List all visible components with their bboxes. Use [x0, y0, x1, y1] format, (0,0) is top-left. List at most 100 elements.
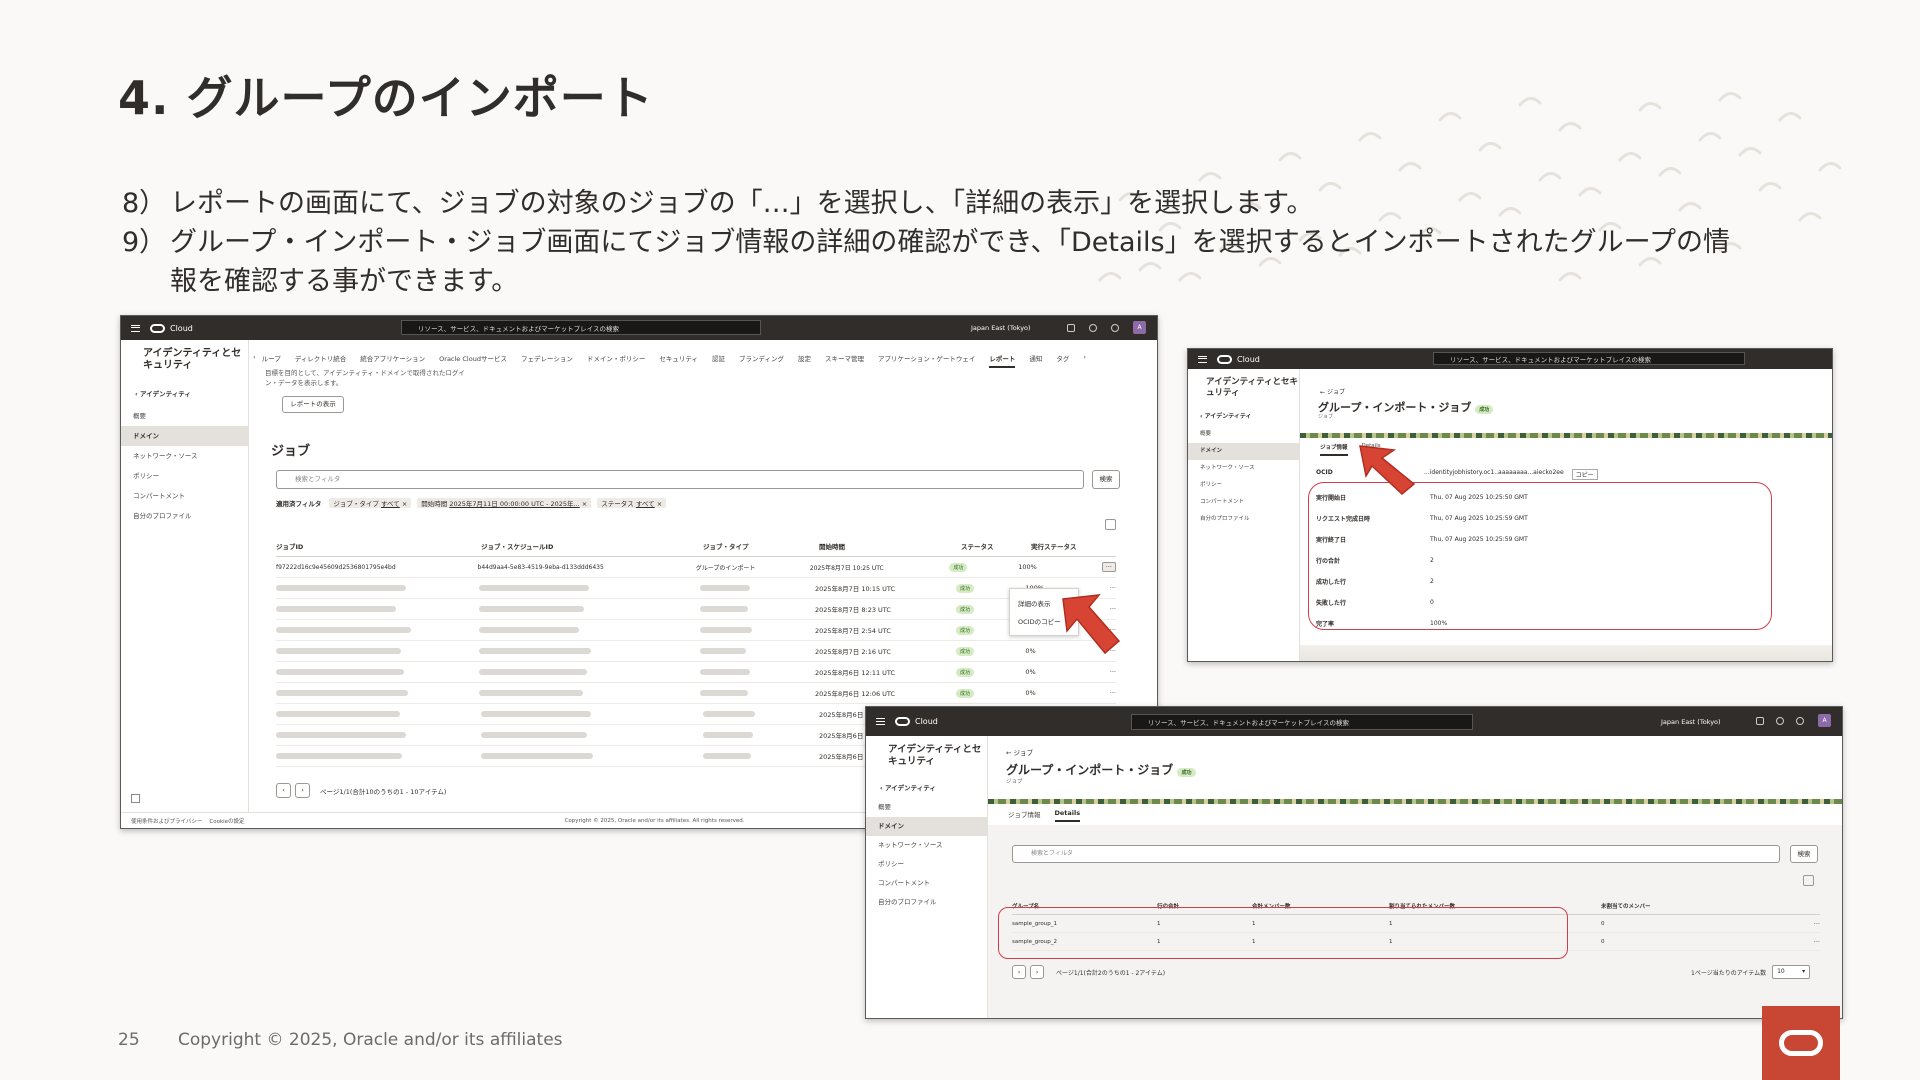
sidebar-item-domain[interactable]: ドメイン	[1188, 443, 1299, 460]
chevron-left-icon[interactable]: ‹	[253, 353, 256, 368]
sidebar-item-policies[interactable]: ポリシー	[1188, 477, 1299, 494]
console-search-input[interactable]: リソース、サービス、ドキュメントおよびマーケットプレイスの検索	[401, 320, 761, 335]
sidebar-back-link[interactable]: ‹ アイデンティティ	[866, 768, 987, 798]
hamburger-menu-icon[interactable]	[876, 718, 885, 725]
per-page-select[interactable]: 10 ▾	[1772, 965, 1811, 979]
next-page-button[interactable]: ›	[1030, 965, 1044, 979]
sidebar-item-domain[interactable]: ドメイン	[866, 817, 987, 836]
table-row[interactable]: 2025年8月7日 2:54 UTC成功0%···	[276, 620, 1116, 641]
sidebar-back-link[interactable]: ‹ アイデンティティ	[1188, 399, 1299, 426]
filter-search-input[interactable]: 検索とフィルタ	[1012, 845, 1780, 863]
help-icon[interactable]	[1111, 324, 1119, 332]
bell-icon[interactable]	[1776, 717, 1784, 725]
column-settings-icon[interactable]	[1105, 519, 1116, 530]
more-actions-icon[interactable]: ···	[1110, 689, 1116, 697]
help-icon[interactable]	[1796, 717, 1804, 725]
view-report-button[interactable]: レポートの表示	[282, 396, 344, 413]
nav-tab[interactable]: セキュリティ	[659, 353, 698, 368]
tab-details[interactable]: Details	[1054, 809, 1081, 822]
table-cell: 0	[1601, 920, 1605, 927]
bell-icon[interactable]	[1089, 324, 1097, 332]
close-icon[interactable]: ×	[655, 500, 662, 508]
sidebar-item-my-profile[interactable]: 自分のプロファイル	[1188, 511, 1299, 528]
nav-tab[interactable]: Oracle Cloudサービス	[439, 353, 507, 368]
prev-page-button[interactable]: ‹	[1012, 965, 1026, 979]
sidebar-item-overview[interactable]: 概要	[1188, 426, 1299, 443]
table-row[interactable]: 2025年8月7日 10:15 UTC成功100%···	[276, 578, 1116, 599]
sidebar-item-compartments[interactable]: コンパートメント	[1188, 494, 1299, 511]
close-icon[interactable]: ×	[580, 500, 587, 508]
footer-links[interactable]: 使用条件およびプライバシー Cookieの設定	[121, 817, 245, 825]
more-actions-icon[interactable]: ···	[1110, 668, 1116, 676]
avatar[interactable]: A	[1818, 714, 1831, 727]
nav-tab[interactable]: ディレクトリ統合	[295, 353, 347, 368]
table-cell: 2025年8月7日 10:15 UTC	[814, 585, 896, 593]
nav-tab[interactable]: ドメイン・ポリシー	[587, 353, 646, 368]
nav-tab[interactable]: フェデレーション	[521, 353, 573, 368]
nav-tab[interactable]: アプリケーション・ゲートウェイ	[878, 353, 975, 368]
hamburger-menu-icon[interactable]	[1198, 355, 1207, 363]
nav-tab[interactable]: タグ	[1056, 353, 1069, 368]
region-selector[interactable]: Japan East (Tokyo)	[1661, 718, 1721, 726]
nav-tab[interactable]: 認証	[712, 353, 725, 368]
nav-tab[interactable]: 設定	[798, 353, 811, 368]
region-selector[interactable]: Japan East (Tokyo)	[971, 324, 1031, 332]
step-text: グループ・インポート・ジョブ画面にてジョブ情報の詳細の確認ができ、「Detail…	[170, 227, 1730, 297]
collapse-sidebar-icon[interactable]	[131, 794, 140, 803]
redacted-text	[276, 690, 408, 696]
tab-job-info[interactable]: ジョブ情報	[1008, 809, 1041, 822]
redacted-cell	[481, 731, 703, 739]
sidebar-item-network-sources[interactable]: ネットワーク・ソース	[1188, 460, 1299, 477]
table-row[interactable]: 2025年8月6日 12:11 UTC 成功 0% ···	[276, 662, 1116, 683]
console-search-input[interactable]: リソース、サービス、ドキュメントおよびマーケットプレイスの検索	[1433, 352, 1745, 365]
next-page-button[interactable]: ›	[295, 783, 310, 798]
prev-page-button[interactable]: ‹	[276, 783, 291, 798]
table-row[interactable]: 2025年8月7日 2:16 UTC 成功 0% ···	[276, 641, 1116, 662]
search-button[interactable]: 検索	[1092, 470, 1120, 489]
nav-tab[interactable]: スキーマ管理	[825, 353, 864, 368]
page-title-text: グループ・インポート・ジョブ	[1006, 763, 1174, 777]
column-settings-icon[interactable]	[1803, 875, 1814, 886]
more-actions-icon[interactable]: ···	[1101, 562, 1116, 572]
oracle-logo-icon	[1762, 1006, 1840, 1080]
copy-link[interactable]: コピー	[1571, 469, 1598, 480]
table-row[interactable]: 2025年8月6日 12:06 UTC 成功 0% ···	[276, 683, 1116, 704]
sidebar-item-my-profile[interactable]: 自分のプロファイル	[121, 506, 248, 526]
table-row[interactable]: 2025年8月7日 8:23 UTC成功100%···	[276, 599, 1116, 620]
search-button[interactable]: 検索	[1790, 845, 1818, 863]
console-search-input[interactable]: リソース、サービス、ドキュメントおよびマーケットプレイスの検索	[1131, 714, 1473, 730]
sidebar-item-overview[interactable]: 概要	[121, 406, 248, 426]
brand-name: Cloud	[170, 323, 193, 333]
tab-job-info[interactable]: ジョブ情報	[1320, 443, 1348, 456]
nav-tab[interactable]: レポート	[989, 353, 1016, 368]
sidebar-item-compartments[interactable]: コンパートメント	[121, 486, 248, 506]
report-info-text: 目標を目的として、アイデンティティ・ドメインで取得されたログイン・データを表示し…	[265, 369, 465, 387]
sidebar-item-compartments[interactable]: コンパートメント	[866, 874, 987, 893]
sidebar-item-overview[interactable]: 概要	[866, 798, 987, 817]
sidebar-item-my-profile[interactable]: 自分のプロファイル	[866, 893, 987, 912]
cloud-shell-icon[interactable]	[1067, 324, 1075, 332]
sidebar-item-policies[interactable]: ポリシー	[866, 855, 987, 874]
chevron-right-icon[interactable]: ›	[1083, 353, 1086, 368]
more-actions-icon[interactable]: ···	[1814, 938, 1820, 946]
back-link[interactable]: ← ジョブ	[1320, 387, 1345, 396]
nav-tab[interactable]: 通知	[1029, 353, 1042, 368]
filter-search-input[interactable]: 検索とフィルタ	[276, 470, 1084, 489]
sidebar-item-domain[interactable]: ドメイン	[121, 426, 248, 446]
sidebar-item-network-sources[interactable]: ネットワーク・ソース	[866, 836, 987, 855]
hamburger-menu-icon[interactable]	[131, 324, 140, 332]
sidebar-item-policies[interactable]: ポリシー	[121, 466, 248, 486]
close-icon[interactable]: ×	[400, 500, 407, 508]
avatar[interactable]: A	[1133, 321, 1146, 334]
step-text: レポートの画面にて、ジョブの対象のジョブの「…」を選択し、「詳細の表示」を選択し…	[170, 188, 1314, 219]
back-link[interactable]: ← ジョブ	[1006, 747, 1033, 757]
cloud-shell-icon[interactable]	[1756, 717, 1764, 725]
more-actions-icon[interactable]: ···	[1110, 584, 1116, 592]
nav-tab[interactable]: ループ	[262, 353, 281, 368]
table-row[interactable]: f97222d16c9e45609d2536801795e4bd b44d9aa4…	[276, 557, 1116, 578]
nav-tab[interactable]: ブランディング	[739, 353, 784, 368]
nav-tab[interactable]: 統合アプリケーション	[360, 353, 425, 368]
more-actions-icon[interactable]: ···	[1814, 920, 1820, 928]
sidebar-back-link[interactable]: ‹ アイデンティティ	[121, 372, 248, 406]
sidebar-item-network-sources[interactable]: ネットワーク・ソース	[121, 446, 248, 466]
